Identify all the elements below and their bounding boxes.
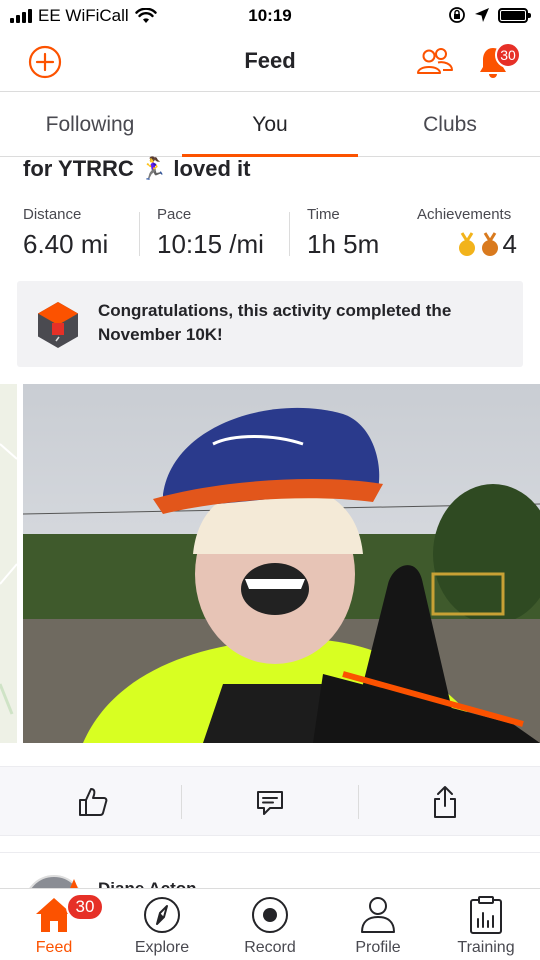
stat-pace: Pace 10:15 /mi [157, 206, 264, 260]
gold-medal-icon [458, 231, 475, 256]
orientation-lock-icon [449, 7, 465, 23]
nav-feed-label: Feed [35, 939, 73, 956]
kudos-button[interactable] [76, 785, 110, 819]
page-title: Feed [244, 48, 296, 73]
notifications-button[interactable]: 30 [473, 42, 521, 82]
nav-profile[interactable]: Profile [324, 889, 432, 960]
notification-badge: 30 [495, 42, 521, 68]
tab-clubs[interactable]: Clubs [360, 93, 540, 156]
challenge-completion-banner[interactable]: Congratulations, this activity completed… [17, 281, 523, 367]
next-feed-card[interactable]: Diane Acton [0, 852, 540, 892]
stat-achievements-label: Achievements [417, 206, 512, 223]
compass-icon [142, 895, 182, 935]
route-map-preview[interactable] [0, 384, 17, 743]
stat-divider [139, 212, 140, 256]
stat-achievements-value: 4 [417, 229, 517, 260]
activity-action-bar [0, 766, 540, 836]
nav-training-label: Training [457, 939, 515, 956]
stat-time: Time 1h 5m [307, 206, 379, 260]
training-icon [466, 895, 506, 935]
find-friends-button[interactable] [415, 42, 455, 82]
nav-explore-label: Explore [134, 939, 190, 956]
people-icon [417, 48, 453, 74]
share-icon [434, 786, 456, 818]
location-icon [475, 8, 489, 22]
stat-time-value: 1h 5m [307, 229, 380, 259]
nav-record[interactable]: Record [216, 889, 324, 960]
comment-button[interactable] [253, 785, 287, 819]
nav-feed[interactable]: 30 Feed [0, 889, 108, 960]
challenge-badge-icon [38, 302, 78, 348]
stat-pace-value: 10:15 /mi [157, 229, 264, 259]
action-divider [181, 785, 182, 819]
app-header: Feed 30 [0, 32, 540, 92]
achievements-count: 4 [502, 229, 517, 259]
nav-explore[interactable]: Explore [108, 889, 216, 960]
comment-icon [257, 791, 283, 815]
activity-title[interactable]: for YTRRC 🏃‍♀️ loved it [23, 156, 250, 182]
nav-record-label: Record [244, 939, 296, 956]
battery-icon [498, 7, 531, 23]
feed-tabs: Following You Clubs [0, 93, 540, 157]
bottom-navigation: 30 Feed Explore Record Profile Training [0, 888, 540, 960]
stat-distance-label: Distance [23, 206, 82, 223]
status-right [448, 6, 531, 24]
bronze-medal-icon [481, 231, 498, 256]
feed-badge: 30 [66, 893, 104, 921]
stat-achievements[interactable]: Achievements 4 [417, 206, 517, 260]
nav-training[interactable]: Training [432, 889, 540, 960]
tab-following[interactable]: Following [0, 93, 180, 156]
activity-photo[interactable] [23, 384, 540, 743]
challenge-completion-text: Congratulations, this activity completed… [98, 301, 452, 344]
tab-you[interactable]: You [180, 93, 360, 157]
stat-time-label: Time [307, 206, 340, 223]
record-icon [250, 895, 290, 935]
stat-distance-value: 6.40 mi [23, 229, 109, 259]
profile-icon [358, 895, 398, 935]
nav-profile-label: Profile [355, 939, 401, 956]
stat-pace-label: Pace [157, 206, 192, 223]
action-divider [358, 785, 359, 819]
stat-divider [289, 212, 290, 256]
share-button[interactable] [428, 785, 462, 819]
status-bar: EE WiFiCall 10:19 [0, 0, 540, 32]
stat-distance: Distance 6.40 mi [23, 206, 108, 260]
activity-stats: Distance 6.40 mi Pace 10:15 /mi Time 1h … [23, 206, 523, 266]
thumbs-up-icon [79, 788, 108, 816]
